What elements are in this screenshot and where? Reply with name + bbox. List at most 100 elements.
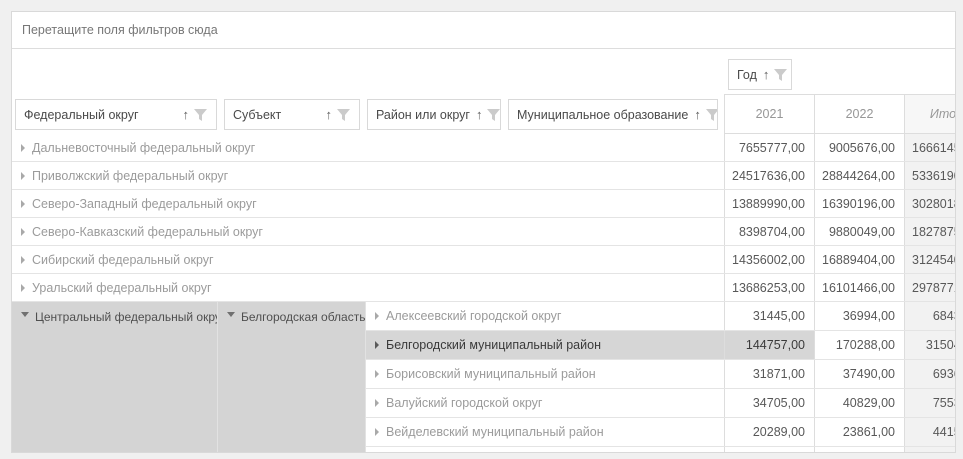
expand-collapsed-icon[interactable]: [21, 284, 25, 292]
value-cell[interactable]: 28844264,00: [814, 162, 904, 189]
field-chip-district-or-okrug[interactable]: Район или округ ↑: [367, 99, 501, 130]
row-header-siberian-district[interactable]: Сибирский федеральный округ: [12, 246, 724, 273]
row-header-far-eastern-district[interactable]: Дальневосточный федеральный округ: [12, 134, 724, 161]
total-cell[interactable]: 16661453,00: [904, 134, 956, 161]
value-cell[interactable]: 9880049,00: [814, 218, 904, 245]
value-cell[interactable]: 13889990,00: [724, 190, 814, 217]
table-row: Дальневосточный федеральный округ 765577…: [12, 134, 956, 162]
field-chip-municipality[interactable]: Муниципальное образование ↑: [508, 99, 718, 130]
value-cell[interactable]: 36697,00: [724, 447, 814, 453]
row-header-valuysky[interactable]: Валуйский городской округ: [366, 389, 724, 417]
field-chip-label: Федеральный округ: [24, 108, 139, 122]
value-cell[interactable]: 16889404,00: [814, 246, 904, 273]
value-cell[interactable]: 16390196,00: [814, 190, 904, 217]
total-cell[interactable]: 79863,00: [904, 447, 956, 453]
header-area: Год ↑ 2021 2022 Итого Федеральный округ …: [12, 49, 955, 134]
sort-asc-icon[interactable]: ↑: [183, 108, 190, 121]
total-cell[interactable]: 18278753,00: [904, 218, 956, 245]
filter-icon[interactable]: [705, 108, 718, 122]
district-rows: Алексеевский городской округ 31445,00 36…: [366, 302, 956, 453]
value-cell[interactable]: 24517636,00: [724, 162, 814, 189]
filter-dropzone-label: Перетащите поля фильтров сюда: [22, 23, 218, 37]
value-cell[interactable]: 37490,00: [814, 360, 904, 388]
filter-icon[interactable]: [193, 108, 208, 122]
table-row: Северо-Кавказский федеральный округ 8398…: [12, 218, 956, 246]
field-chip-label: Субъект: [233, 108, 281, 122]
sort-asc-icon[interactable]: ↑: [326, 108, 333, 121]
total-cell[interactable]: 30280186,00: [904, 190, 956, 217]
value-cell[interactable]: 31871,00: [724, 360, 814, 388]
row-field-chips: Федеральный округ ↑ Субъект ↑ Район или …: [15, 99, 718, 130]
value-cell[interactable]: 9005676,00: [814, 134, 904, 161]
filter-icon[interactable]: [773, 68, 788, 82]
expand-collapsed-icon[interactable]: [375, 370, 379, 378]
row-header-borisovsky[interactable]: Борисовский муниципальный район: [366, 360, 724, 388]
sort-asc-icon[interactable]: ↑: [694, 108, 701, 121]
filter-fields-dropzone[interactable]: Перетащите поля фильтров сюда: [12, 12, 955, 49]
filter-icon[interactable]: [486, 108, 501, 122]
row-header-belgorodsky-selected[interactable]: Белгородский муниципальный район: [366, 331, 724, 359]
row-header-volokonovsky[interactable]: Волоконовский муниципальный район: [366, 447, 724, 453]
expand-expanded-icon[interactable]: [227, 312, 235, 317]
expand-collapsed-icon[interactable]: [375, 399, 379, 407]
expand-collapsed-icon[interactable]: [375, 341, 379, 349]
total-cell[interactable]: 69361,00: [904, 360, 956, 388]
row-header-alekseevsky[interactable]: Алексеевский городской округ: [366, 302, 724, 330]
value-cell[interactable]: 8398704,00: [724, 218, 814, 245]
sort-asc-icon[interactable]: ↑: [476, 108, 483, 121]
field-chip-year[interactable]: Год ↑: [728, 59, 792, 90]
value-cell[interactable]: 7655777,00: [724, 134, 814, 161]
row-header-ural-district[interactable]: Уральский федеральный округ: [12, 274, 724, 301]
table-row: Уральский федеральный округ 13686253,00 …: [12, 274, 956, 302]
field-chip-label: Муниципальное образование: [517, 108, 688, 122]
value-cell[interactable]: 23861,00: [814, 418, 904, 446]
column-headers: 2021 2022 Итого: [724, 94, 956, 134]
expand-expanded-icon[interactable]: [21, 312, 29, 317]
expand-collapsed-icon[interactable]: [375, 428, 379, 436]
total-cell[interactable]: 53361900,00: [904, 162, 956, 189]
total-cell[interactable]: 75534,00: [904, 389, 956, 417]
table-row: Валуйский городской округ 34705,00 40829…: [366, 389, 956, 418]
table-row-highlighted: Белгородский муниципальный район 144757,…: [366, 331, 956, 360]
row-header-belgorod-region-expanded[interactable]: Белгородская область: [218, 302, 366, 453]
filter-icon[interactable]: [336, 108, 351, 122]
row-header-central-district-expanded[interactable]: Центральный федеральный округ: [12, 302, 218, 453]
total-cell[interactable]: 44150,00: [904, 418, 956, 446]
value-cell[interactable]: 170288,00: [814, 331, 904, 359]
total-cell[interactable]: 315045,00: [904, 331, 956, 359]
value-cell[interactable]: 20289,00: [724, 418, 814, 446]
table-row: Волоконовский муниципальный район 36697,…: [366, 447, 956, 453]
expand-collapsed-icon[interactable]: [21, 144, 25, 152]
field-chip-label: Район или округ: [376, 108, 470, 122]
data-rows-area: Дальневосточный федеральный округ 765577…: [12, 134, 956, 453]
row-header-north-caucasian-district[interactable]: Северо-Кавказский федеральный округ: [12, 218, 724, 245]
expand-collapsed-icon[interactable]: [375, 312, 379, 320]
column-header-2021[interactable]: 2021: [725, 95, 815, 133]
expand-collapsed-icon[interactable]: [21, 172, 25, 180]
expand-collapsed-icon[interactable]: [21, 200, 25, 208]
expand-collapsed-icon[interactable]: [21, 228, 25, 236]
column-header-grand-total[interactable]: Итого: [905, 95, 956, 133]
value-cell-selected[interactable]: 144757,00: [724, 331, 814, 359]
pivot-grid: Перетащите поля фильтров сюда Год ↑ 2021…: [11, 11, 956, 453]
field-chip-year-label: Год: [737, 68, 757, 82]
value-cell[interactable]: 43166,00: [814, 447, 904, 453]
value-cell[interactable]: 40829,00: [814, 389, 904, 417]
value-cell[interactable]: 14356002,00: [724, 246, 814, 273]
total-cell[interactable]: 68439,00: [904, 302, 956, 330]
value-cell[interactable]: 16101466,00: [814, 274, 904, 301]
value-cell[interactable]: 31445,00: [724, 302, 814, 330]
expand-collapsed-icon[interactable]: [21, 256, 25, 264]
value-cell[interactable]: 34705,00: [724, 389, 814, 417]
total-cell[interactable]: 31245406,00: [904, 246, 956, 273]
row-header-volga-district[interactable]: Приволжский федеральный округ: [12, 162, 724, 189]
column-header-2022[interactable]: 2022: [815, 95, 905, 133]
value-cell[interactable]: 13686253,00: [724, 274, 814, 301]
row-header-veydelevsky[interactable]: Вейделевский муниципальный район: [366, 418, 724, 446]
total-cell[interactable]: 29787719,00: [904, 274, 956, 301]
sort-asc-icon[interactable]: ↑: [763, 68, 770, 81]
field-chip-federal-district[interactable]: Федеральный округ ↑: [15, 99, 217, 130]
value-cell[interactable]: 36994,00: [814, 302, 904, 330]
row-header-north-western-district[interactable]: Северо-Западный федеральный округ: [12, 190, 724, 217]
field-chip-subject[interactable]: Субъект ↑: [224, 99, 360, 130]
